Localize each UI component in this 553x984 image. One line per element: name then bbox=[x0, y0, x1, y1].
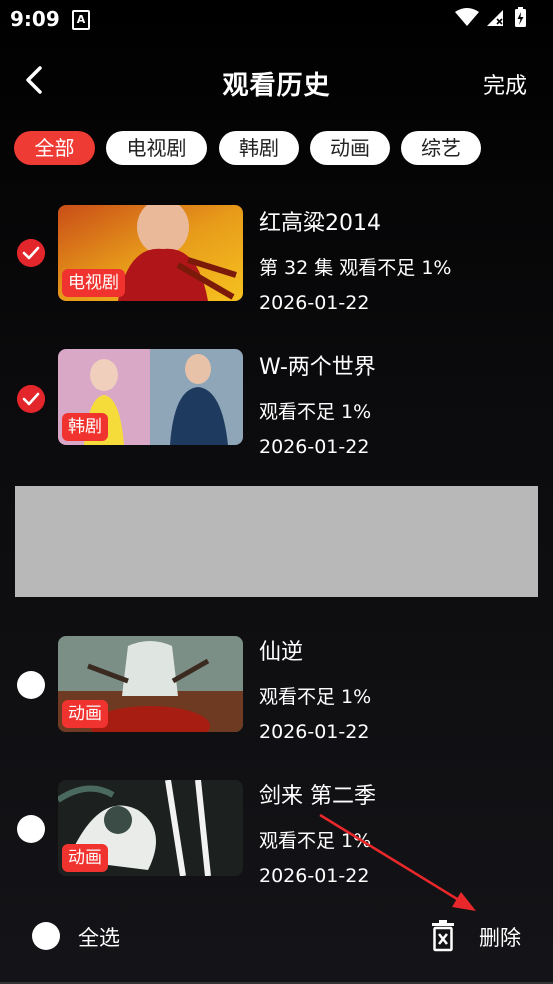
category-badge: 动画 bbox=[62, 844, 108, 872]
ad-placeholder bbox=[15, 486, 538, 597]
select-all-radio[interactable] bbox=[32, 922, 60, 950]
history-item[interactable]: 动画 仙逆 观看不足 1% 2026-01-22 bbox=[0, 628, 553, 743]
watch-history-screen: 9:09 A 观看历史 完成 全部 电视剧 韩剧 动画 综艺 电视剧 红高粱20… bbox=[0, 0, 553, 984]
header-bar: 观看历史 完成 bbox=[0, 52, 553, 110]
select-all-label[interactable]: 全选 bbox=[78, 922, 120, 952]
category-badge: 韩剧 bbox=[62, 413, 108, 441]
history-item[interactable]: 电视剧 红高粱2014 第 32 集 观看不足 1% 2026-01-22 bbox=[0, 197, 553, 314]
status-time: 9:09 bbox=[10, 7, 60, 31]
delete-button[interactable]: 删除 bbox=[479, 922, 521, 952]
item-progress: 观看不足 1% bbox=[259, 401, 372, 423]
item-date: 2026-01-22 bbox=[259, 292, 370, 314]
filter-chip-all[interactable]: 全部 bbox=[14, 131, 95, 165]
poster-thumbnail[interactable]: 电视剧 bbox=[58, 205, 243, 301]
item-progress: 观看不足 1% bbox=[259, 830, 372, 852]
page-title: 观看历史 bbox=[222, 71, 331, 101]
filter-chip-variety[interactable]: 综艺 bbox=[401, 131, 481, 165]
unselected-radio[interactable] bbox=[17, 671, 45, 699]
trash-icon[interactable] bbox=[430, 920, 456, 952]
item-title: 红高粱2014 bbox=[259, 211, 381, 236]
item-date: 2026-01-22 bbox=[259, 721, 370, 743]
category-badge: 电视剧 bbox=[62, 269, 125, 297]
bottom-action-bar: 全选 删除 bbox=[0, 906, 553, 984]
notification-a-icon: A bbox=[72, 10, 90, 30]
filter-chip-tv[interactable]: 电视剧 bbox=[106, 131, 207, 165]
done-button[interactable]: 完成 bbox=[483, 68, 527, 100]
status-bar: 9:09 A bbox=[0, 0, 553, 38]
filter-chip-anime[interactable]: 动画 bbox=[310, 131, 390, 165]
wifi-icon bbox=[455, 8, 479, 26]
status-icons bbox=[455, 7, 526, 27]
poster-thumbnail[interactable]: 动画 bbox=[58, 780, 243, 876]
selected-check-icon[interactable] bbox=[17, 385, 45, 413]
history-item[interactable]: 动画 剑来 第二季 观看不足 1% 2026-01-22 bbox=[0, 772, 553, 887]
selected-check-icon[interactable] bbox=[17, 239, 45, 267]
item-title: 剑来 第二季 bbox=[259, 784, 376, 809]
history-item[interactable]: 韩剧 W-两个世界 观看不足 1% 2026-01-22 bbox=[0, 341, 553, 458]
category-badge: 动画 bbox=[62, 700, 108, 728]
item-date: 2026-01-22 bbox=[259, 865, 370, 887]
item-title: W-两个世界 bbox=[259, 355, 376, 380]
item-progress: 第 32 集 观看不足 1% bbox=[259, 257, 452, 279]
filter-chip-korean[interactable]: 韩剧 bbox=[219, 131, 299, 165]
poster-thumbnail[interactable]: 韩剧 bbox=[58, 349, 243, 445]
item-progress: 观看不足 1% bbox=[259, 686, 372, 708]
unselected-radio[interactable] bbox=[17, 815, 45, 843]
item-date: 2026-01-22 bbox=[259, 436, 370, 458]
item-title: 仙逆 bbox=[259, 640, 304, 665]
poster-thumbnail[interactable]: 动画 bbox=[58, 636, 243, 732]
